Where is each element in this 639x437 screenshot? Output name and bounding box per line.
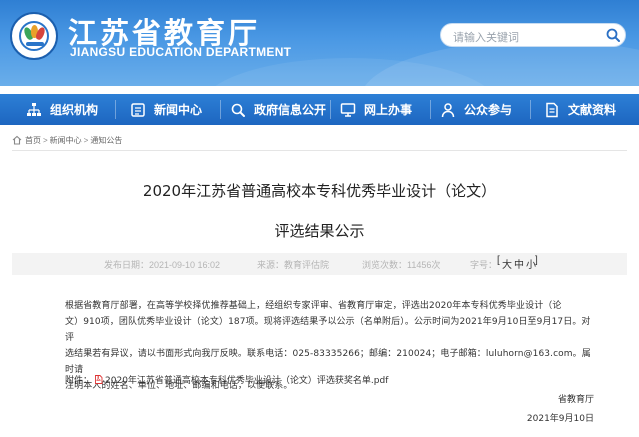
- online-service-icon: [340, 102, 356, 118]
- main-nav: 组织机构 新闻中心 政府信息公开 网上办事 公众参与 文献资料: [0, 94, 639, 125]
- home-icon: [12, 135, 22, 145]
- news-icon: [130, 102, 146, 118]
- pdf-icon: [94, 375, 103, 384]
- site-header: 江苏省教育厅 JIANGSU EDUCATION DEPARTMENT 请输入关…: [0, 0, 639, 86]
- signature: 省教育厅: [557, 395, 594, 405]
- breadcrumb-home[interactable]: 首页: [25, 135, 41, 146]
- document-icon: [544, 102, 560, 118]
- breadcrumb-separator: >: [43, 135, 48, 145]
- body-line: 根据省教育厅部署，在高等学校择优推荐基础上，经组织专家评审、省教育厅审定，评选出…: [65, 301, 562, 311]
- article-source: 来源：教育评估院: [257, 260, 330, 270]
- bracket: ]: [535, 255, 538, 266]
- attachment-link[interactable]: 2020年江苏省普通高校本专科优秀毕业设计（论文）评选获奖名单.pdf: [105, 373, 388, 386]
- nav-label: 新闻中心: [154, 103, 203, 117]
- org-chart-icon: [26, 102, 42, 118]
- font-size-large-button[interactable]: 大: [502, 256, 512, 271]
- site-logo[interactable]: [10, 12, 58, 60]
- nav-label: 网上办事: [364, 103, 413, 117]
- nav-label: 组织机构: [50, 103, 99, 117]
- divider: [12, 150, 627, 151]
- attachment-label: 附件：: [65, 376, 93, 386]
- nav-item-disclosure[interactable]: 政府信息公开: [230, 94, 326, 125]
- breadcrumb-notices[interactable]: 通知公告: [90, 135, 122, 146]
- breadcrumb-separator: >: [83, 135, 89, 145]
- info-disclosure-icon: [230, 102, 246, 118]
- body-line: 文）910项，团队优秀毕业设计（论文）187项。现将评选结果予以公示（名单附后）…: [65, 317, 591, 343]
- search-input[interactable]: 请输入关键词: [453, 29, 519, 45]
- font-size-label: 字号：: [470, 260, 498, 270]
- search-icon[interactable]: [604, 27, 622, 43]
- people-icon: [440, 102, 456, 118]
- nav-item-news[interactable]: 新闻中心: [130, 94, 202, 125]
- breadcrumb-news[interactable]: 新闻中心: [50, 135, 82, 146]
- font-size-medium-button[interactable]: 中: [514, 256, 524, 271]
- article-title: 2020年江苏省普通高校本专科优秀毕业设计（论文）: [142, 182, 497, 200]
- view-count: 浏览次数：11456次: [362, 260, 441, 270]
- nav-item-org[interactable]: 组织机构: [26, 94, 98, 125]
- breadcrumb: 首页 > 新闻中心 > 通知公告: [12, 132, 122, 148]
- nav-item-documents[interactable]: 文献资料: [544, 94, 616, 125]
- bracket: [: [497, 255, 500, 266]
- nav-label: 文献资料: [568, 103, 617, 117]
- nav-label: 公众参与: [464, 103, 513, 117]
- nav-item-public[interactable]: 公众参与: [440, 94, 512, 125]
- search-box[interactable]: 请输入关键词: [440, 23, 626, 47]
- nav-label: 政府信息公开: [254, 103, 327, 117]
- article-title-line2: 评选结果公示: [274, 222, 365, 240]
- attachment: 附件： 2020年江苏省普通高校本专科优秀毕业设计（论文）评选获奖名单.pdf: [65, 373, 388, 386]
- site-subtitle: JIANGSU EDUCATION DEPARTMENT: [70, 45, 292, 59]
- nav-item-online-service[interactable]: 网上办事: [340, 94, 412, 125]
- publish-date: 发布日期：2021-09-10 16:02: [104, 260, 221, 270]
- signature-date: 2021年9月10日: [526, 414, 594, 424]
